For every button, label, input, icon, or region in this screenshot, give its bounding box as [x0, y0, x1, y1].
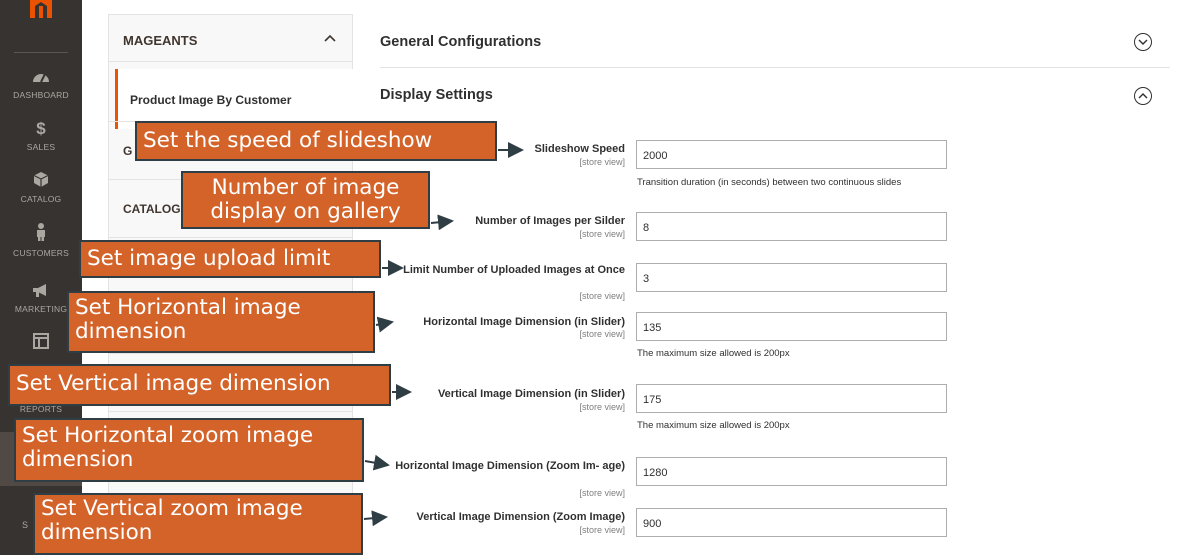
arrow-vertical-zoom — [363, 510, 388, 527]
arrow-horizontal-dimension — [375, 316, 394, 333]
callout-arrows — [363, 142, 524, 527]
arrow-images-gallery — [430, 214, 454, 231]
arrow-horizontal-zoom — [364, 454, 390, 471]
screen: DASHBOARD $ SALES CATALOG CUSTOMERS MARK… — [0, 0, 1191, 555]
